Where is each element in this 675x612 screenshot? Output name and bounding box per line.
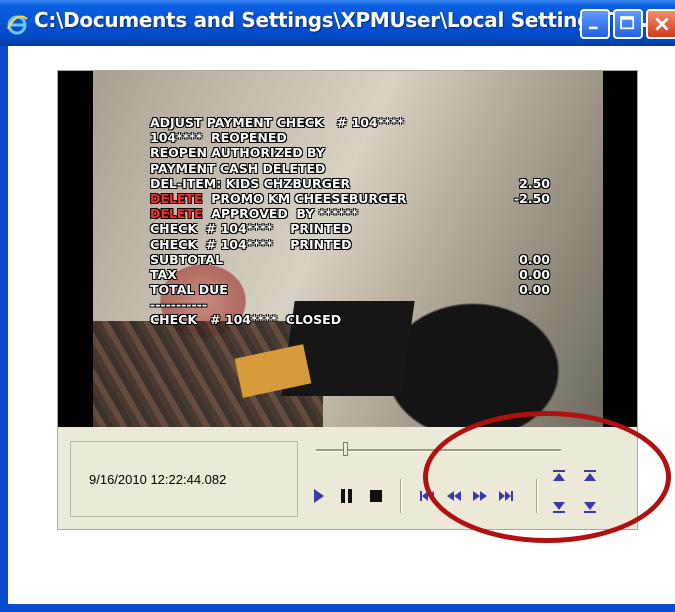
osd-line: DELETE APPROVED BY ****** <box>150 206 550 221</box>
osd-line-amount: 2.50 <box>519 175 550 191</box>
osd-line-text: SUBTOTAL <box>150 251 224 267</box>
osd-line: TAX 0.00 <box>150 267 550 282</box>
app-window: C:\Documents and Settings\XPMUser\Local … <box>0 0 675 612</box>
osd-line-text: TAX <box>150 266 177 282</box>
seek-slider-thumb[interactable] <box>343 442 349 456</box>
timestamp-box: 9/16/2010 12:22:44.082 <box>70 441 298 517</box>
osd-line-text: APPROVED BY ****** <box>202 206 358 222</box>
window-title: C:\Documents and Settings\XPMUser\Local … <box>34 8 656 32</box>
window-frame-bottom <box>0 604 675 612</box>
osd-line-text: 104**** REOPENED <box>150 130 287 146</box>
osd-line: 104**** REOPENED <box>150 130 550 145</box>
osd-line-amount: -2.50 <box>513 190 550 206</box>
osd-delete-label: DELETE <box>150 190 203 206</box>
highlight-annotation-ring <box>423 411 671 543</box>
close-icon <box>655 17 669 31</box>
osd-line-text: DEL-ITEM: KIDS CHZBURGER <box>150 175 351 191</box>
video-display[interactable]: ADJUST PAYMENT CHECK # 104**** 104**** RE… <box>58 71 637 427</box>
osd-line: CHECK # 104**** PRINTED <box>150 237 550 252</box>
osd-line: REOPEN AUTHORIZED BY <box>150 145 550 160</box>
osd-line: CHECK # 104**** PRINTED <box>150 221 550 236</box>
ie-icon <box>7 15 28 35</box>
osd-line: DEL-ITEM: KIDS CHZBURGER 2.50 <box>150 176 550 191</box>
timestamp: 9/16/2010 12:22:44.082 <box>89 472 227 487</box>
osd-line: SUBTOTAL 0.00 <box>150 252 550 267</box>
maximize-button[interactable] <box>613 9 643 39</box>
play-button[interactable] <box>308 485 330 507</box>
osd-line: PAYMENT CASH DELETED <box>150 161 550 176</box>
pause-icon <box>341 489 352 503</box>
toolbar-separator <box>400 479 402 513</box>
osd-line-text: TOTAL DUE <box>150 282 228 298</box>
osd-line: DELETE PROMO KM CHEESEBURGER -2.50 <box>150 191 550 206</box>
pause-button[interactable] <box>336 485 358 507</box>
title-bar[interactable]: C:\Documents and Settings\XPMUser\Local … <box>0 0 675 46</box>
minimize-icon <box>588 26 598 30</box>
stop-icon <box>370 490 382 502</box>
osd-line-amount: 0.00 <box>519 266 550 282</box>
maximize-icon <box>620 16 635 30</box>
pos-text-overlay: ADJUST PAYMENT CHECK # 104**** 104**** RE… <box>150 115 550 328</box>
osd-line: TOTAL DUE 0.00 <box>150 282 550 297</box>
osd-line-text: ADJUST PAYMENT CHECK # 104**** <box>150 115 404 130</box>
osd-line-text: ----------- <box>150 297 208 313</box>
window-frame-left <box>0 46 8 612</box>
play-icon <box>314 489 324 503</box>
stop-button[interactable] <box>365 485 387 507</box>
osd-line-text: CHECK # 104**** CLOSED <box>150 312 342 328</box>
osd-line: CHECK # 104**** CLOSED <box>150 312 550 327</box>
osd-line-text: REOPEN AUTHORIZED BY <box>150 145 325 161</box>
osd-line-text: CHECK # 104**** PRINTED <box>150 221 352 237</box>
osd-delete-label: DELETE <box>150 206 203 222</box>
osd-line-amount: 0.00 <box>519 251 550 267</box>
osd-line-amount: 0.00 <box>519 282 550 298</box>
osd-line: ----------- <box>150 297 550 312</box>
osd-line-text: PROMO KM CHEESEBURGER <box>202 190 407 206</box>
osd-line-text: CHECK # 104**** PRINTED <box>150 236 352 252</box>
osd-line-text: PAYMENT CASH DELETED <box>150 160 326 176</box>
osd-line: ADJUST PAYMENT CHECK # 104**** <box>150 115 550 130</box>
close-button[interactable] <box>646 9 675 39</box>
minimize-button[interactable] <box>580 9 610 39</box>
